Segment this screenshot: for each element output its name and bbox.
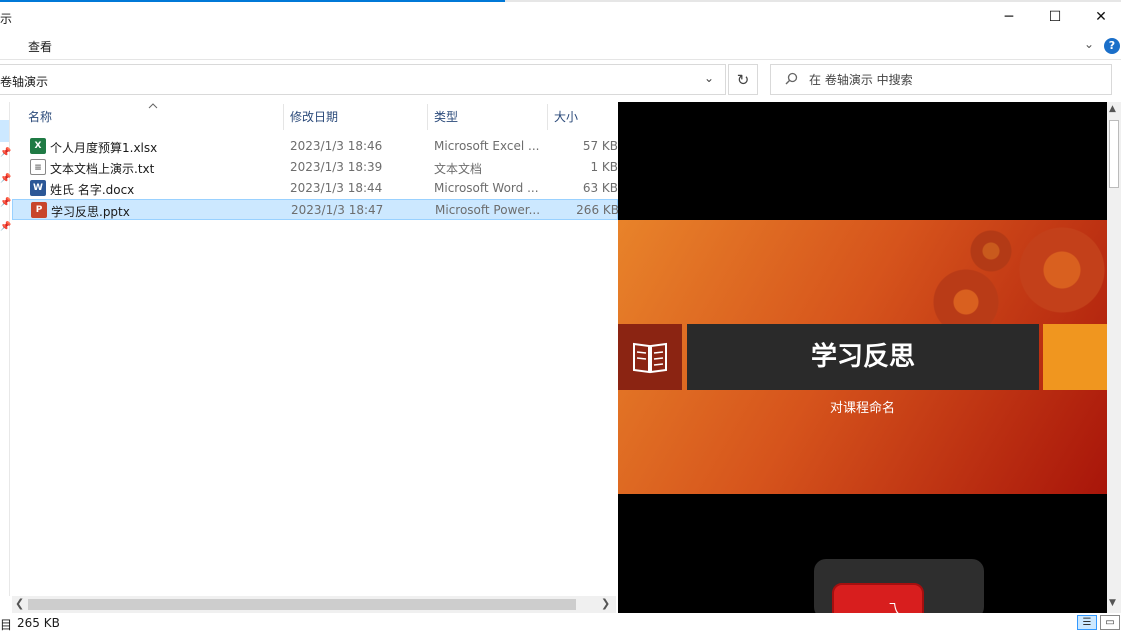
- navigation-pane: 📌 📌 📌 📌: [0, 102, 12, 596]
- address-bar[interactable]: 卷轴演示 ⌄: [0, 64, 726, 95]
- file-name[interactable]: 文本文档上演示.txt: [50, 160, 154, 177]
- powerpoint-logo-icon: 乁: [832, 583, 924, 613]
- vertical-scrollbar[interactable]: ▲ ▼: [1107, 102, 1121, 613]
- column-size[interactable]: 大小: [548, 104, 618, 130]
- horizontal-scrollbar[interactable]: ❮ ❯: [12, 596, 616, 613]
- file-date: 2023/1/3 18:39: [290, 160, 383, 174]
- search-icon: [785, 72, 798, 89]
- preview-pane: 学习反思 对课程命名 乁: [618, 102, 1107, 613]
- text-file-icon: ≡: [30, 159, 46, 175]
- file-name[interactable]: 学习反思.pptx: [51, 203, 130, 220]
- slide-preview: 学习反思 对课程命名: [618, 220, 1107, 494]
- status-selection-size: 265 KB: [17, 616, 60, 630]
- slide-accent-block: [1043, 324, 1107, 390]
- details-view-icon[interactable]: ☰: [1077, 615, 1097, 630]
- scroll-thumb[interactable]: [28, 599, 576, 610]
- powerpoint-splash: 乁: [814, 559, 984, 613]
- file-size: 266 KB: [576, 203, 619, 217]
- file-date: 2023/1/3 18:47: [291, 203, 384, 217]
- file-row[interactable]: ≡ 文本文档上演示.txt 2023/1/3 18:39 文本文档 1 KB: [12, 157, 618, 178]
- column-type[interactable]: 类型: [428, 104, 548, 130]
- gear-icon: [1002, 220, 1107, 330]
- close-button[interactable]: ✕: [1078, 2, 1121, 32]
- file-size: 1 KB: [590, 160, 618, 174]
- pin-icon: 📌: [0, 148, 12, 158]
- scroll-up-icon[interactable]: ▲: [1109, 104, 1116, 114]
- powerpoint-logo-glyph: 乁: [886, 602, 900, 613]
- title-bar: 示 ─ ☐ ✕: [0, 2, 1121, 32]
- file-type: Microsoft Word ...: [434, 181, 539, 195]
- file-type: Microsoft Excel ...: [434, 139, 540, 153]
- scroll-thumb[interactable]: [1109, 120, 1119, 188]
- scroll-left-icon[interactable]: ❮: [15, 597, 24, 610]
- file-type: 文本文档: [434, 162, 483, 176]
- file-type: Microsoft Power...: [435, 203, 541, 217]
- ribbon-expand-icon[interactable]: ⌄: [1084, 37, 1094, 51]
- scroll-down-icon[interactable]: ▼: [1109, 598, 1116, 608]
- powerpoint-file-icon: P: [31, 202, 47, 218]
- column-header: 名称 修改日期 类型 大小: [12, 103, 618, 130]
- refresh-button[interactable]: ↻: [728, 64, 758, 95]
- search-box[interactable]: [770, 64, 1112, 95]
- excel-file-icon: X: [30, 138, 46, 154]
- file-size: 63 KB: [582, 181, 618, 195]
- nav-selected-item[interactable]: [0, 120, 9, 142]
- file-date: 2023/1/3 18:44: [290, 181, 383, 195]
- tab-view[interactable]: 查看: [28, 38, 52, 55]
- column-date[interactable]: 修改日期: [284, 104, 428, 130]
- large-icons-view-icon[interactable]: ▭: [1100, 615, 1120, 630]
- column-name[interactable]: 名称: [22, 104, 284, 130]
- ribbon-bar: 查看 ⌄ ?: [0, 32, 1121, 60]
- pin-icon: 📌: [0, 198, 12, 208]
- status-item-count: 目: [0, 618, 13, 631]
- file-row-selected[interactable]: P 学习反思.pptx 2023/1/3 18:47 Microsoft Pow…: [12, 199, 619, 220]
- window-title: 示: [0, 12, 13, 26]
- word-file-icon: W: [30, 180, 46, 196]
- file-row[interactable]: X 个人月度预算1.xlsx 2023/1/3 18:46 Microsoft …: [12, 136, 618, 157]
- maximize-button[interactable]: ☐: [1032, 2, 1078, 32]
- help-icon[interactable]: ?: [1104, 38, 1120, 54]
- minimize-button[interactable]: ─: [986, 2, 1032, 32]
- slide-subtitle: 对课程命名: [829, 401, 895, 416]
- address-path[interactable]: 卷轴演示: [0, 73, 48, 90]
- pin-icon: 📌: [0, 174, 12, 184]
- file-list: X 个人月度预算1.xlsx 2023/1/3 18:46 Microsoft …: [12, 136, 619, 220]
- gear-icon: [964, 224, 1018, 278]
- file-date: 2023/1/3 18:46: [290, 139, 383, 153]
- file-size: 57 KB: [582, 139, 618, 153]
- scroll-right-icon[interactable]: ❯: [601, 597, 610, 610]
- book-icon: [618, 324, 682, 390]
- chevron-down-icon[interactable]: ⌄: [704, 71, 714, 85]
- file-name[interactable]: 个人月度预算1.xlsx: [50, 139, 157, 156]
- search-input[interactable]: [809, 71, 1099, 89]
- pin-icon: 📌: [0, 222, 12, 232]
- file-name[interactable]: 姓氏 名字.docx: [50, 181, 134, 198]
- status-bar: 目 265 KB ☰ ▭: [0, 614, 1121, 631]
- file-row[interactable]: W 姓氏 名字.docx 2023/1/3 18:44 Microsoft Wo…: [12, 178, 618, 199]
- slide-title: 学习反思: [687, 324, 1039, 390]
